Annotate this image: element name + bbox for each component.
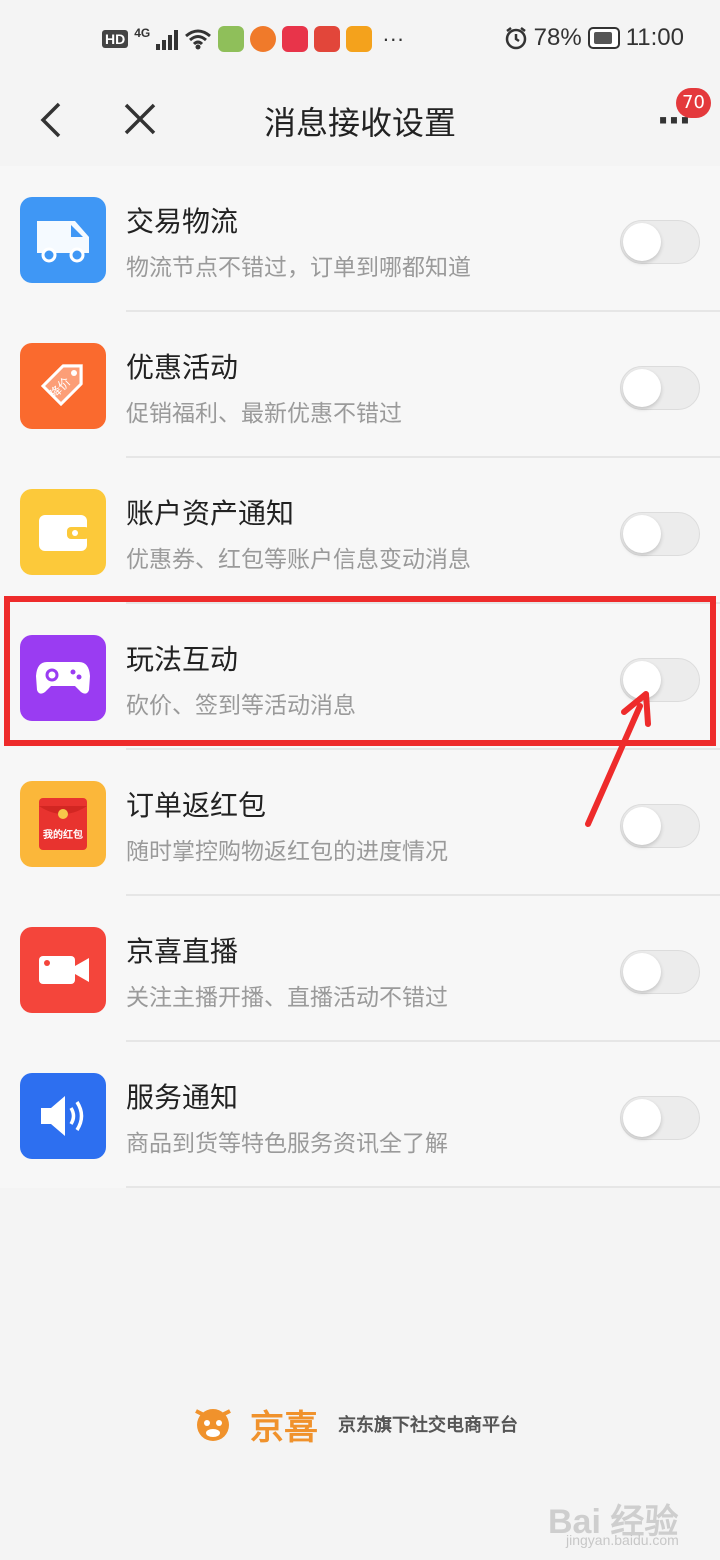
toggle-switch[interactable] [620, 950, 700, 994]
list-item: 账户资产通知 优惠券、红包等账户信息变动消息 [0, 458, 720, 604]
list-item: 玩法互动 砍价、签到等活动消息 [0, 604, 720, 750]
divider [126, 1186, 720, 1188]
status-right: 78% 11:00 [504, 24, 684, 52]
watermark-url: jingyan.baidu.com [566, 1532, 679, 1548]
item-subtitle: 物流节点不错过，订单到哪都知道 [126, 255, 471, 281]
item-subtitle: 促销福利、最新优惠不错过 [126, 401, 402, 427]
list-item: 京喜直播 关注主播开播、直播活动不错过 [0, 896, 720, 1042]
wallet-icon [20, 489, 106, 575]
toggle-switch[interactable] [620, 366, 700, 410]
toggle-switch[interactable] [620, 658, 700, 702]
envelope-text: 我的红包 [43, 828, 83, 841]
item-title: 服务通知 [126, 1081, 239, 1114]
app-notification-icon [314, 26, 341, 52]
more-notifications-icon: ··· [382, 26, 405, 51]
gamepad-icon [20, 635, 106, 721]
footer-brand: 京喜 京东旗下社交电商平台 [190, 1394, 518, 1454]
list-item: 我的红包 订单返红包 随时掌控购物返红包的进度情况 [0, 750, 720, 896]
battery-percent: 78% [533, 24, 582, 51]
toggle-switch[interactable] [620, 1096, 700, 1140]
item-title: 订单返红包 [126, 789, 267, 822]
message-count-badge: 70 [676, 88, 711, 118]
app-notification-icon [218, 26, 245, 52]
toggle-knob [623, 515, 661, 553]
list-item: 服务通知 商品到货等特色服务资讯全了解 [0, 1042, 720, 1188]
toggle-switch[interactable] [620, 512, 700, 556]
toggle-knob [623, 953, 661, 991]
hd-indicator: HD [102, 30, 129, 48]
item-title: 账户资产通知 [126, 497, 295, 530]
network-type: 4G [134, 26, 151, 40]
item-title: 交易物流 [126, 205, 239, 238]
toggle-knob [623, 1099, 661, 1137]
speaker-icon [20, 1073, 106, 1159]
battery-icon [587, 27, 620, 49]
toggle-switch[interactable] [620, 220, 700, 264]
page-title: 消息接收设置 [263, 104, 456, 142]
video-camera-icon [20, 927, 106, 1013]
item-title: 京喜直播 [126, 935, 239, 968]
jingxi-logo-icon [195, 1409, 231, 1441]
red-envelope-icon: 我的红包 [20, 781, 106, 867]
toggle-switch[interactable] [620, 804, 700, 848]
notification-settings-list: 交易物流 物流节点不错过，订单到哪都知道 降价 优惠活动 促销福利、最新优惠不错… [0, 166, 720, 1188]
app-notification-icon [346, 26, 373, 52]
item-title: 优惠活动 [126, 351, 239, 384]
status-left: HD 4G ··· [102, 26, 404, 52]
signal-icon [156, 28, 179, 50]
item-subtitle: 随时掌控购物返红包的进度情况 [126, 839, 448, 865]
item-subtitle: 关注主播开播、直播活动不错过 [126, 985, 448, 1011]
item-title: 玩法互动 [126, 643, 239, 676]
price-tag-icon: 降价 [20, 343, 106, 429]
app-notification-icon [282, 26, 309, 52]
item-subtitle: 商品到货等特色服务资讯全了解 [126, 1131, 448, 1157]
item-subtitle: 砍价、签到等活动消息 [126, 693, 356, 719]
navigation-bar: 消息接收设置 ··· 70 [0, 80, 720, 164]
toggle-knob [623, 807, 661, 845]
app-notification-icon [250, 26, 277, 52]
toggle-knob [623, 369, 661, 407]
alarm-icon [505, 27, 526, 50]
brand-name: 京喜 [250, 1407, 318, 1448]
toggle-knob [623, 661, 661, 699]
brand-slogan: 京东旗下社交电商平台 [338, 1415, 518, 1436]
list-item: 交易物流 物流节点不错过，订单到哪都知道 [0, 166, 720, 312]
wifi-icon [185, 29, 212, 50]
list-item: 降价 优惠活动 促销福利、最新优惠不错过 [0, 312, 720, 458]
item-subtitle: 优惠券、红包等账户信息变动消息 [126, 547, 471, 573]
truck-icon [20, 197, 106, 283]
toggle-knob [623, 223, 661, 261]
status-bar: HD 4G ··· 78% 11:00 [0, 0, 720, 80]
clock: 11:00 [625, 24, 684, 51]
